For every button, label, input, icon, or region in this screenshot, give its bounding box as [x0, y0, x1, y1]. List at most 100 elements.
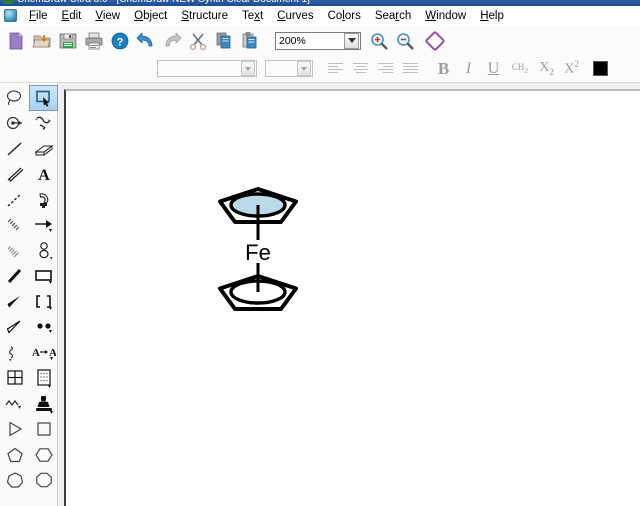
superscript-button[interactable]: X2: [559, 58, 584, 80]
menu-item-text[interactable]: Text: [235, 9, 270, 23]
multiple-bond-tool[interactable]: [0, 162, 29, 188]
new-document-button[interactable]: [4, 29, 28, 53]
menu-item-curves[interactable]: Curves: [270, 9, 320, 23]
magnifier-plus-icon: [371, 32, 388, 50]
chain-tool[interactable]: [0, 391, 29, 417]
menu-item-colors[interactable]: Colors: [321, 9, 368, 23]
drawing-canvas[interactable]: Fe: [64, 89, 640, 506]
open-folder-icon: [32, 34, 51, 47]
formula-button[interactable]: CH2: [506, 58, 534, 80]
triangle-icon: [8, 421, 22, 437]
table-tool[interactable]: [0, 366, 29, 392]
open-button[interactable]: [30, 29, 54, 53]
template-tool[interactable]: [29, 366, 58, 392]
copy-button[interactable]: [212, 29, 236, 53]
paste-clipboard-icon: [242, 31, 257, 48]
align-left-icon: [328, 62, 343, 75]
square-icon: [36, 422, 51, 436]
hashed-bond-tool[interactable]: [0, 213, 29, 239]
curved-arrow-tool[interactable]: [29, 111, 58, 137]
lasso-select-tool[interactable]: [0, 85, 29, 111]
dashed-bond-tool[interactable]: [0, 187, 29, 213]
magnifier-minus-icon: [397, 32, 414, 50]
italic-button[interactable]: I: [456, 58, 481, 80]
hollow-wedge-tool[interactable]: [0, 315, 29, 341]
menu-item-window[interactable]: Window: [418, 9, 473, 23]
ferrocene-drawing[interactable]: Fe: [198, 186, 318, 316]
bold-bond-tool[interactable]: [0, 264, 29, 290]
hexagon-icon: [34, 447, 53, 462]
menu-item-edit[interactable]: Edit: [55, 9, 89, 23]
menu-item-help[interactable]: Help: [473, 9, 511, 23]
stamp-icon: [35, 395, 53, 414]
rectangle-tool[interactable]: [29, 264, 58, 290]
undo-button[interactable]: [134, 29, 158, 53]
text-tool[interactable]: A: [29, 162, 58, 188]
perspective-button[interactable]: [423, 29, 447, 53]
align-left-button[interactable]: [323, 58, 348, 80]
subscript-button[interactable]: X2: [534, 58, 559, 80]
zoom-dropdown-arrow[interactable]: [344, 32, 359, 49]
arrow-icon: [34, 220, 52, 233]
svg-text:?: ?: [117, 36, 124, 48]
hashed-wedge-tool[interactable]: [0, 238, 29, 264]
svg-text:A: A: [32, 347, 40, 359]
paste-button[interactable]: [238, 29, 262, 53]
cyclopentadienyl-ring-bottom[interactable]: [218, 274, 298, 311]
atom-swap-tool[interactable]: A A: [29, 340, 58, 366]
bracket-tool[interactable]: [29, 289, 58, 315]
printer-icon: [85, 32, 103, 49]
menu-item-structure[interactable]: Structure: [174, 9, 235, 23]
text-color-button[interactable]: [588, 58, 613, 80]
save-button[interactable]: [56, 29, 80, 53]
menu-item-view[interactable]: View: [88, 9, 127, 23]
orbital-tool[interactable]: [29, 238, 58, 264]
solid-bond-tool[interactable]: [0, 136, 29, 162]
stamp-tool[interactable]: [29, 391, 58, 417]
dots-tool[interactable]: [29, 315, 58, 341]
cut-button[interactable]: [186, 29, 210, 53]
align-center-button[interactable]: [348, 58, 373, 80]
triangle-tool[interactable]: [0, 417, 29, 443]
hexagon-tool[interactable]: [29, 442, 58, 468]
menu-item-object[interactable]: Object: [127, 9, 174, 23]
font-family-combobox[interactable]: [157, 60, 257, 77]
menu-item-search[interactable]: Search: [368, 9, 418, 23]
squiggle-bond-tool[interactable]: [0, 340, 29, 366]
document-app-icon[interactable]: [4, 9, 17, 22]
font-family-dropdown-arrow[interactable]: [241, 61, 255, 76]
heptagon-tool[interactable]: [0, 468, 29, 494]
eraser-tool[interactable]: [29, 136, 58, 162]
eraser-target-tool[interactable]: [0, 111, 29, 137]
ferrocene-structure[interactable]: Fe: [198, 186, 318, 316]
underline-button[interactable]: U: [481, 58, 506, 80]
bold-button[interactable]: B: [431, 58, 456, 80]
dashed-bond-icon: [7, 193, 21, 207]
zoom-combobox[interactable]: 200%: [275, 31, 361, 50]
align-justify-button[interactable]: [398, 58, 423, 80]
redo-button[interactable]: [160, 29, 184, 53]
double-bond-icon: [7, 167, 23, 183]
pentagon-tool[interactable]: [0, 442, 29, 468]
squiggle-icon: [8, 346, 13, 362]
help-button[interactable]: ?: [108, 29, 132, 53]
wedge-bond-tool[interactable]: [0, 289, 29, 315]
align-right-button[interactable]: [373, 58, 398, 80]
octagon-tool[interactable]: [29, 468, 58, 494]
zoom-in-button[interactable]: [367, 29, 391, 53]
print-button[interactable]: [82, 29, 106, 53]
marquee-select-tool[interactable]: [29, 85, 58, 111]
menu-item-file[interactable]: File: [22, 9, 55, 23]
two-dots-icon: [36, 323, 52, 334]
solid-bond-icon: [7, 142, 21, 156]
canvas-area: Fe: [58, 83, 640, 506]
svg-text:A: A: [38, 167, 50, 183]
pen-tool[interactable]: [29, 187, 58, 213]
font-size-combobox[interactable]: [265, 60, 313, 77]
square-tool[interactable]: [29, 417, 58, 443]
arrow-tool[interactable]: [29, 213, 58, 239]
wedge-bond-icon: [7, 295, 20, 308]
a-to-a-icon: A A: [32, 347, 56, 360]
font-size-dropdown-arrow[interactable]: [297, 61, 311, 76]
zoom-out-button[interactable]: [393, 29, 417, 53]
